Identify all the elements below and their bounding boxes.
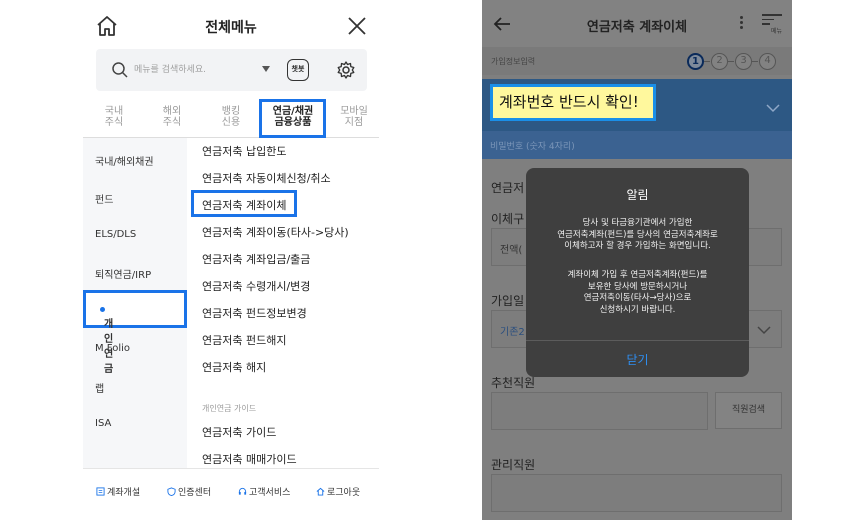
menu-search-bar: 챗봇 [96,49,367,91]
footer-logout[interactable]: 로그아웃 [316,485,360,498]
category-item-bond[interactable]: 국내/해외채권 [95,153,154,168]
hamburger-menu-icon[interactable]: 메뉴 [762,14,782,35]
category-item-els-dls[interactable]: ELS/DLS [95,229,136,240]
tab-highlight-box [259,99,326,138]
field-value: 전액( [500,245,523,256]
gear-icon[interactable] [336,60,356,80]
category-item-mfolio[interactable]: M Folio [95,343,130,354]
category-item-irp[interactable]: 퇴직연금/IRP [95,266,151,281]
category-tabs: 국내 주식 해외 주식 뱅킹 신용 연금/채권 금융상품 모바일 지점 [83,100,379,138]
step-connector [704,61,710,62]
category-item-wrap[interactable]: 랩 [95,380,104,395]
employee-search-button[interactable]: 직원검색 [715,392,782,429]
menu-footer: 계좌개설 인증센터 고객서비스 로그아웃 [83,468,379,512]
step-1: 1 [687,53,704,70]
step-connector [728,61,734,62]
step-indicator: 가입정보입력 1 2 3 4 [482,47,792,75]
guide-item[interactable]: 연금저축 가이드 [202,424,276,440]
submenu-item[interactable]: 연금저축 펀드정보변경 [202,305,307,321]
footer-label: 고객서비스 [249,488,291,498]
category-item-personal-pension[interactable]: 개인연금 [83,290,187,375]
search-icon [112,62,128,78]
password-placeholder: 비밀번호 (숫자 4자리) [490,142,575,152]
field-label: 이체구 [491,212,525,226]
dialog-title: 알림 [626,188,649,202]
submenu-item[interactable]: 연금저축 계좌입금/출금 [202,251,310,267]
category-item-fund[interactable]: 펀드 [95,191,113,206]
tab-mobile-branch[interactable]: 모바일 지점 [331,106,377,128]
footer-auth-center[interactable]: 인증센터 [167,485,211,498]
page-title: 전체메뉴 [205,20,257,36]
screen-header: 연금저축 계좌이체 메뉴 [482,0,792,47]
logout-icon [316,487,325,496]
field-label: 연금저 [491,181,525,195]
more-options-icon[interactable] [740,16,744,30]
field-label: 가입일 [491,294,525,308]
tab-overseas-stock[interactable]: 해외 주식 [149,106,195,128]
footer-account-open[interactable]: 계좌개설 [96,485,140,498]
field-value: 기존2 [500,327,525,338]
active-dot-icon [100,306,105,312]
step-2: 2 [711,53,728,70]
menu-label: 메뉴 [770,28,782,35]
category-item-isa[interactable]: ISA [95,418,111,429]
step-label: 가입정보입력 [491,57,536,66]
password-field[interactable]: 비밀번호 (숫자 4자리) [482,131,792,159]
shield-icon [167,487,176,496]
chevron-down-icon [757,326,771,335]
dialog-message: 당사 및 타금융기관에서 가입한 연금저축계좌(펀드)를 당사의 연금저축계좌로… [557,218,718,251]
chevron-down-icon[interactable] [766,103,780,113]
tab-banking-credit[interactable]: 뱅킹 신용 [208,106,254,128]
dialog-message: 계좌이체 가입 후 연금저축계좌(펀드)를 보유한 당사에 방문하시거나 연금저… [567,270,708,315]
chatbot-icon[interactable]: 챗봇 [287,59,309,81]
submenu-item[interactable]: 연금저축 펀드해지 [202,332,286,348]
footer-label: 계좌개설 [107,488,141,498]
dialog-divider [526,340,749,341]
step-3: 3 [735,53,752,70]
account-open-icon [96,487,105,496]
submenu-item[interactable]: 연금저축 자동이체신청/취소 [202,170,331,186]
account-check-banner: 계좌번호 반드시 확인! [490,84,656,121]
menu-header: 전체메뉴 [83,0,379,50]
footer-customer-service[interactable]: 고객서비스 [238,485,290,498]
manager-input[interactable] [491,474,782,512]
notice-dialog: 알림 당사 및 타금융기관에서 가입한 연금저축계좌(펀드)를 당사의 연금저축… [526,168,749,377]
footer-label: 로그아웃 [327,488,361,498]
transfer-screen: 연금저축 계좌이체 메뉴 가입정보입력 1 2 3 4 계좌번호 반드시 확인!… [482,0,792,520]
tab-domestic-stock[interactable]: 국내 주식 [91,106,137,128]
screen-title: 연금저축 계좌이체 [586,20,688,35]
step-4: 4 [759,53,776,70]
close-icon[interactable] [347,16,367,36]
guide-section-title: 개인연금 가이드 [202,404,257,413]
full-menu-panel: 전체메뉴 챗봇 국내 주식 해외 주식 뱅킹 신용 연금/채권 금융상품 모바일… [83,0,379,529]
dropdown-arrow-icon[interactable] [262,66,270,72]
submenu-item[interactable]: 연금저축 계좌이동(타사->당사) [202,224,349,240]
search-input[interactable] [134,59,254,81]
field-label: 추천직원 [491,376,536,390]
dialog-close-button[interactable]: 닫기 [526,351,749,368]
submenu-item[interactable]: 연금저축 해지 [202,359,266,375]
submenu-highlight-box [191,190,297,217]
guide-item[interactable]: 연금저축 매매가이드 [202,451,297,467]
headset-icon [238,487,247,495]
recommender-input[interactable] [491,392,708,430]
submenu-item[interactable]: 연금저축 수령개시/변경 [202,278,310,294]
footer-label: 인증센터 [178,488,212,498]
field-label: 관리직원 [491,458,536,472]
step-connector [752,61,758,62]
submenu-item[interactable]: 연금저축 납입한도 [202,143,286,159]
